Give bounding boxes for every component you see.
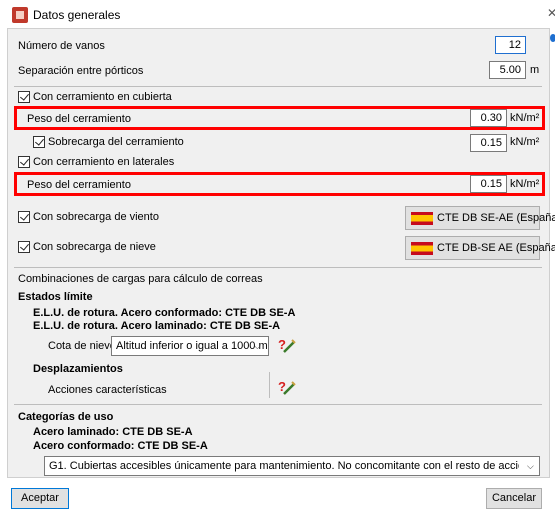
categoria-uso-select[interactable]: G1. Cubiertas accesibles únicamente para… — [44, 456, 540, 476]
categorias-laminado-text: Acero laminado: CTE DB SE-A — [33, 426, 193, 438]
cota-nieve-select[interactable]: Altitud inferior o igual a 1000 m ⌵ — [111, 336, 269, 356]
separator — [14, 86, 542, 87]
window-title: Datos generales — [33, 8, 121, 22]
separator — [14, 404, 542, 405]
sobrecarga-unit: kN/m² — [510, 136, 540, 148]
cubierta-peso-input[interactable]: 0.30 — [470, 109, 507, 127]
categoria-uso-value: G1. Cubiertas accesibles únicamente para… — [49, 460, 519, 472]
categorias-heading: Categorías de uso — [18, 411, 114, 423]
chevron-down-icon: ⌵ — [527, 461, 534, 471]
cancel-button[interactable]: Cancelar — [486, 488, 542, 509]
cubierta-peso-label: Peso del cerramiento — [27, 113, 131, 125]
close-icon[interactable]: ✕ — [547, 6, 555, 20]
laterales-checkbox[interactable] — [18, 156, 30, 168]
viento-check-label: Con sobrecarga de viento — [33, 211, 159, 223]
help-edit-icon[interactable]: ? — [276, 378, 296, 396]
side-info-icon — [550, 34, 555, 42]
nieve-checkbox[interactable] — [18, 241, 30, 253]
cota-nieve-value: Altitud inferior o igual a 1000 m — [116, 340, 268, 352]
categorias-conformado-text: Acero conformado: CTE DB SE-A — [33, 440, 208, 452]
acciones-label: Acciones características — [48, 384, 167, 396]
separacion-unit: m — [530, 64, 540, 76]
separator — [14, 267, 542, 268]
sobrecarga-label: Sobrecarga del cerramiento — [48, 136, 184, 148]
nieve-norma-label: CTE DB-SE AE (España) — [437, 242, 555, 254]
nieve-norma-button[interactable]: CTE DB-SE AE (España) — [405, 236, 555, 260]
laterales-check-label: Con cerramiento en laterales — [33, 156, 175, 168]
elu-laminado-text: E.L.U. de rotura. Acero laminado: CTE DB… — [33, 320, 281, 332]
separator — [269, 372, 270, 398]
cubierta-check-label: Con cerramiento en cubierta — [33, 91, 172, 103]
sobrecarga-input[interactable]: 0.15 — [470, 134, 507, 152]
separacion-input[interactable]: 5.00 — [489, 61, 526, 79]
viento-norma-button[interactable]: CTE DB SE-AE (España) — [405, 206, 555, 230]
combinaciones-title: Combinaciones de cargas para cálculo de … — [18, 273, 263, 285]
accept-button[interactable]: Aceptar — [11, 488, 69, 509]
laterales-peso-unit: kN/m² — [510, 178, 540, 190]
viento-checkbox[interactable] — [18, 211, 30, 223]
cubierta-checkbox[interactable] — [18, 91, 30, 103]
nieve-check-label: Con sobrecarga de nieve — [33, 241, 156, 253]
elu-conformado-text: E.L.U. de rotura. Acero conformado: CTE … — [33, 307, 296, 319]
cota-nieve-label: Cota de nieve — [48, 340, 116, 352]
chevron-down-icon: ⌵ — [254, 341, 261, 351]
separacion-label: Separación entre pórticos — [18, 65, 144, 77]
app-icon — [12, 7, 28, 23]
desplazamientos-heading: Desplazamientos — [33, 363, 123, 375]
laterales-peso-input[interactable]: 0.15 — [470, 175, 507, 193]
viento-norma-label: CTE DB SE-AE (España) — [437, 212, 555, 224]
cubierta-peso-unit: kN/m² — [510, 112, 540, 124]
spain-flag-icon — [411, 212, 433, 225]
spain-flag-icon — [411, 242, 433, 255]
num-vanos-input[interactable]: 12 — [495, 36, 526, 54]
laterales-peso-label: Peso del cerramiento — [27, 179, 131, 191]
sobrecarga-checkbox[interactable] — [33, 136, 45, 148]
num-vanos-label: Número de vanos — [18, 40, 105, 52]
estados-limite-heading: Estados límite — [18, 291, 93, 303]
help-edit-icon[interactable]: ? — [276, 336, 296, 354]
